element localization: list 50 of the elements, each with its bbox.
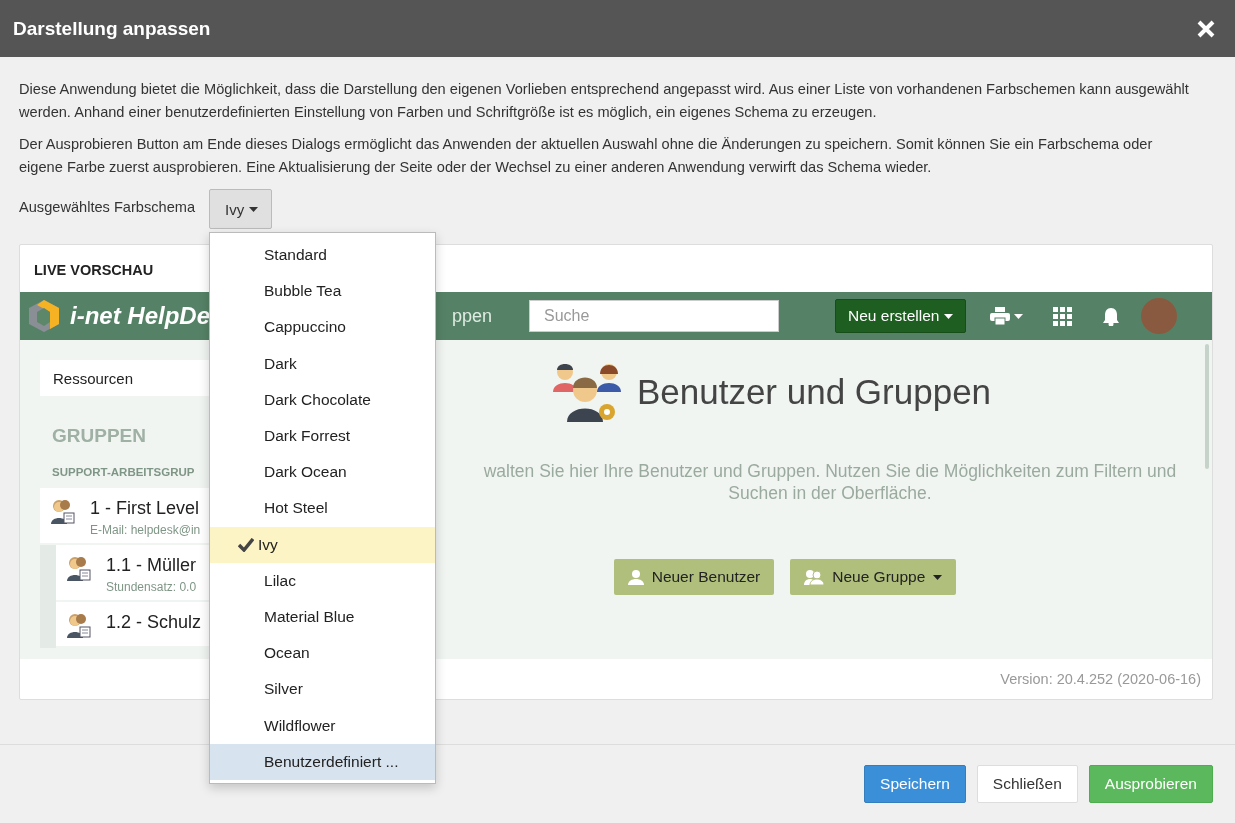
section-heading: GRUPPEN [52, 425, 147, 447]
caret-icon [1014, 313, 1024, 319]
menu-item[interactable]: Dark Ocean [210, 454, 436, 491]
logo-icon [28, 299, 60, 333]
caret-icon [944, 313, 954, 319]
menu-item[interactable]: Cappuccino [210, 309, 436, 346]
logo-text: i-net HelpDe [70, 302, 210, 330]
create-button[interactable]: Neu erstellen [835, 299, 967, 333]
group-title: 1.2 - Schulz [106, 612, 202, 633]
group-title: 1 - First Level [90, 498, 201, 519]
people-icon [50, 498, 76, 526]
scheme-dropdown[interactable]: Ivy [209, 189, 273, 229]
menu-item[interactable]: Ivy [210, 526, 436, 563]
description-text: Der Ausprobieren Button am Ende dieses Dialogs ermöglicht das Anwenden der aktuellen Auswahl ohne die Änderungen zu speichern. Somit können Sie ein Farbschema oder eigene Farbe zuerst ausprobieren. Eine Aktualisierung der Seite oder der Wechsel zu einer anderen Anwendung verwirft das Schema wieder. [19, 135, 1154, 177]
description-text: Diese Anwendung bietet die Möglichkeit, dass die Darstellung den eigenen Vorlieben entsprechend angepasst wird. Aus einer Liste von vorhandenen Farbschemen kann ausgewählt werden. Anhand einer benutzerdefinierten Einstellung von Farben und Schriftgröße ist es möglich, ein eigenes Schema zu erzeugen. [19, 80, 1189, 122]
caret-icon [249, 206, 259, 212]
user-icon [627, 569, 644, 585]
people-icon [66, 555, 92, 583]
people-icon [66, 612, 92, 640]
nav-link[interactable]: ppen [452, 305, 493, 327]
menu-item[interactable]: Dark Forrest [210, 417, 436, 455]
field-label: Ausgewähltes Farbschema [19, 198, 196, 215]
menu-item[interactable]: Benutzerdefiniert ... [210, 743, 436, 780]
close-icon [1197, 19, 1215, 38]
group-title: 1.1 - Müller [106, 555, 197, 576]
check-icon [238, 537, 255, 552]
close-button[interactable] [1197, 19, 1215, 38]
search-field[interactable]: Suche [529, 300, 780, 332]
print-button[interactable] [990, 307, 1024, 325]
version-text: Version: 20.4.252 (2020-06-16) [1000, 671, 1201, 687]
group-detail: Stundensatz: 0.0 [106, 580, 197, 594]
menu-item[interactable]: Bubble Tea [210, 273, 436, 310]
scrollbar-thumb[interactable] [1205, 344, 1209, 469]
panel-title: LIVE VORSCHAU [34, 262, 154, 278]
caret-icon [933, 574, 943, 580]
users-icon [804, 569, 825, 585]
grid-icon [1053, 306, 1073, 326]
bell-icon [1102, 306, 1121, 326]
printer-icon [990, 307, 1011, 325]
dialog-button[interactable]: Schließen [976, 765, 1078, 803]
group-detail: E-Mail: helpdesk@in [90, 523, 201, 537]
section-subheading: SUPPORT-ARBEITSGRUP [52, 466, 196, 478]
menu-item[interactable]: Standard [210, 237, 436, 274]
new-user-button[interactable]: Neuer Benutzer [613, 559, 775, 595]
new-group-button[interactable]: Neue Gruppe [790, 559, 957, 595]
page-heading: Benutzer und Gruppen [636, 372, 992, 412]
description-text: walten Sie hier Ihre Benutzer und Gruppen. Nutzen Sie die Möglichkeiten zum Filtern und Suchen in der Oberfläche. [482, 460, 1178, 504]
menu-item[interactable]: Silver [210, 671, 436, 708]
dialog-title: Darstellung anpassen [13, 17, 211, 40]
menu-item[interactable]: Wildflower [210, 707, 436, 744]
